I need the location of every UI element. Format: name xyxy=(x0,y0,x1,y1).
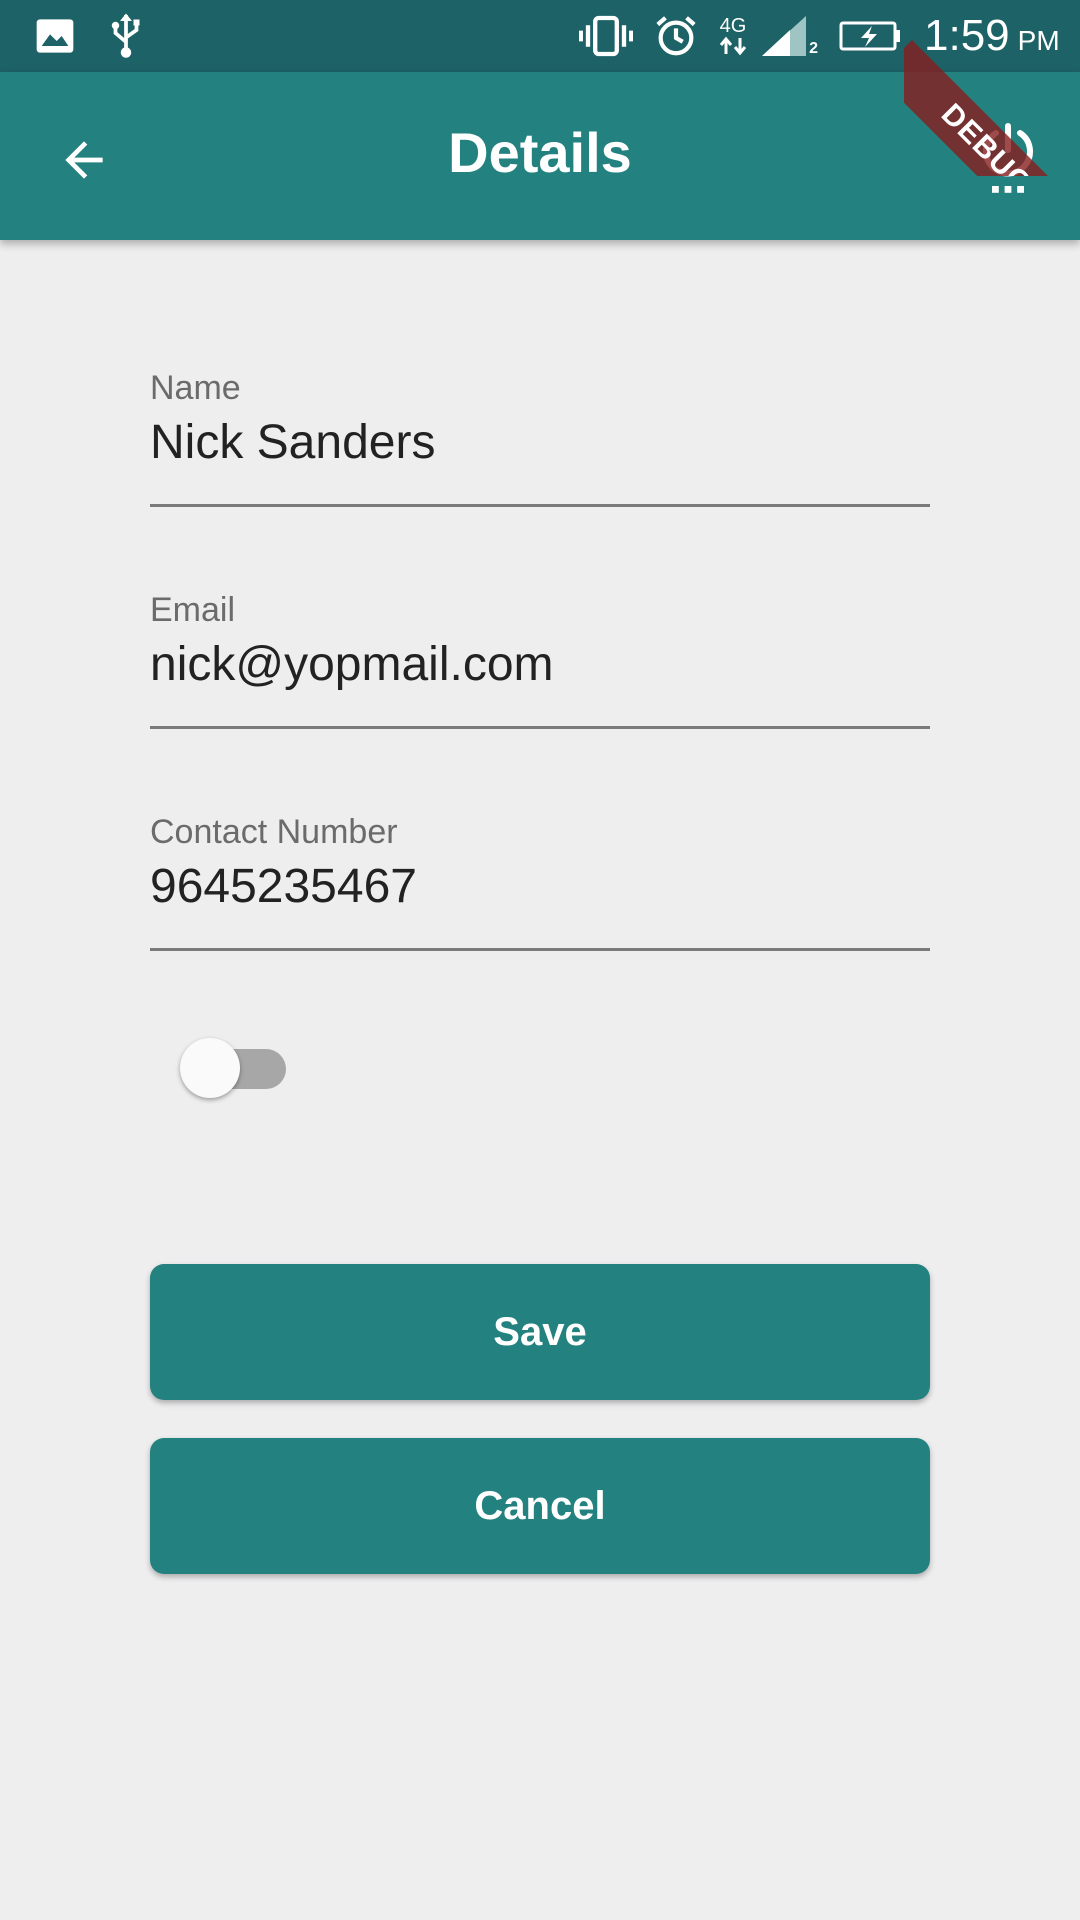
name-input[interactable]: Nick Sanders xyxy=(150,412,930,474)
app-bar: Details xyxy=(0,72,1080,240)
network-4g-icon: 4G xyxy=(714,10,752,62)
battery-charging-icon xyxy=(838,10,904,62)
switch-thumb[interactable] xyxy=(180,1038,240,1098)
save-button[interactable]: Save xyxy=(150,1264,930,1400)
time-ampm: PM xyxy=(1017,25,1060,56)
image-icon xyxy=(30,10,80,62)
page-title: Details xyxy=(448,121,632,184)
power-settings-icon xyxy=(978,122,1038,203)
time-text: 1:59 xyxy=(924,11,1010,60)
contact-number-field[interactable]: Contact Number 9645235467 xyxy=(150,812,930,970)
usb-icon xyxy=(104,10,148,62)
alarm-icon xyxy=(652,10,700,62)
contact-number-label: Contact Number xyxy=(150,813,398,851)
status-time: 1:59 PM xyxy=(924,8,1060,64)
name-label: Name xyxy=(150,369,241,407)
network-type-label: 4G xyxy=(719,15,747,37)
toggle-switch[interactable] xyxy=(178,1038,290,1098)
name-underline xyxy=(150,504,930,507)
signal-icon: 2 xyxy=(758,10,818,62)
email-label: Email xyxy=(150,591,236,629)
email-field[interactable]: Email nick@yopmail.com xyxy=(150,590,930,748)
status-bar: 4G 2 1:59 PM xyxy=(0,0,1080,72)
email-input[interactable]: nick@yopmail.com xyxy=(150,634,930,696)
contact-number-underline xyxy=(150,948,930,951)
sim-slot-label: 2 xyxy=(809,40,818,57)
contact-number-input[interactable]: 9645235467 xyxy=(150,856,930,918)
name-field[interactable]: Name Nick Sanders xyxy=(150,368,930,526)
cancel-button[interactable]: Cancel xyxy=(150,1438,930,1574)
vibrate-icon xyxy=(578,10,634,62)
email-underline xyxy=(150,726,930,729)
power-button[interactable] xyxy=(960,114,1056,210)
